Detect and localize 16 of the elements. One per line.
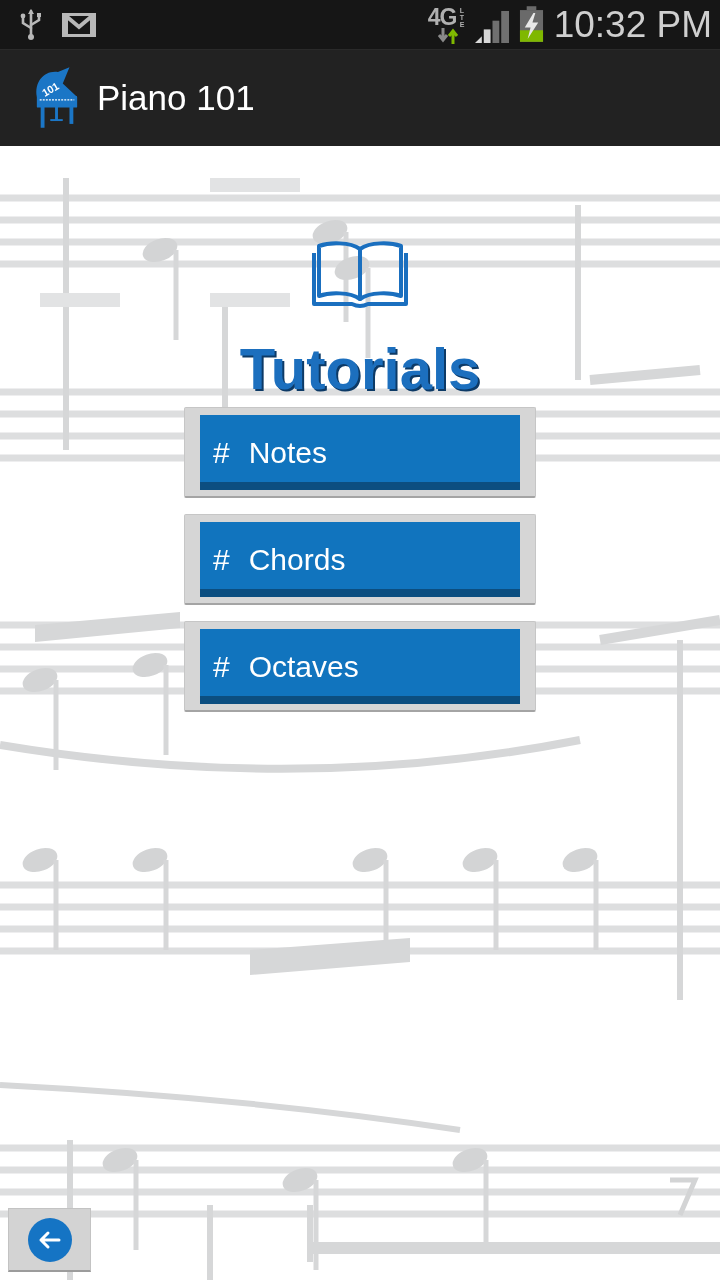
clock-time: 10:32 PM bbox=[553, 4, 712, 45]
usb-icon bbox=[19, 8, 43, 41]
tutorial-button[interactable]: # Chords bbox=[184, 514, 536, 605]
book-icon bbox=[312, 239, 408, 309]
mail-icon bbox=[62, 12, 96, 37]
back-button[interactable] bbox=[8, 1208, 91, 1272]
tutorial-button[interactable]: # Notes bbox=[184, 407, 536, 498]
tutorials-heading: Tutorials bbox=[239, 340, 481, 398]
signal-icon bbox=[474, 10, 510, 43]
battery-charging-icon bbox=[518, 6, 544, 43]
app-title: Piano 101 bbox=[97, 78, 255, 118]
piano-logo[interactable]: 101 bbox=[33, 66, 81, 130]
data-arrows-icon bbox=[436, 28, 459, 44]
logo-text: 101 bbox=[39, 79, 61, 99]
network-type-label: 4G bbox=[427, 7, 458, 27]
tutorial-button[interactable]: # Octaves bbox=[184, 621, 536, 712]
